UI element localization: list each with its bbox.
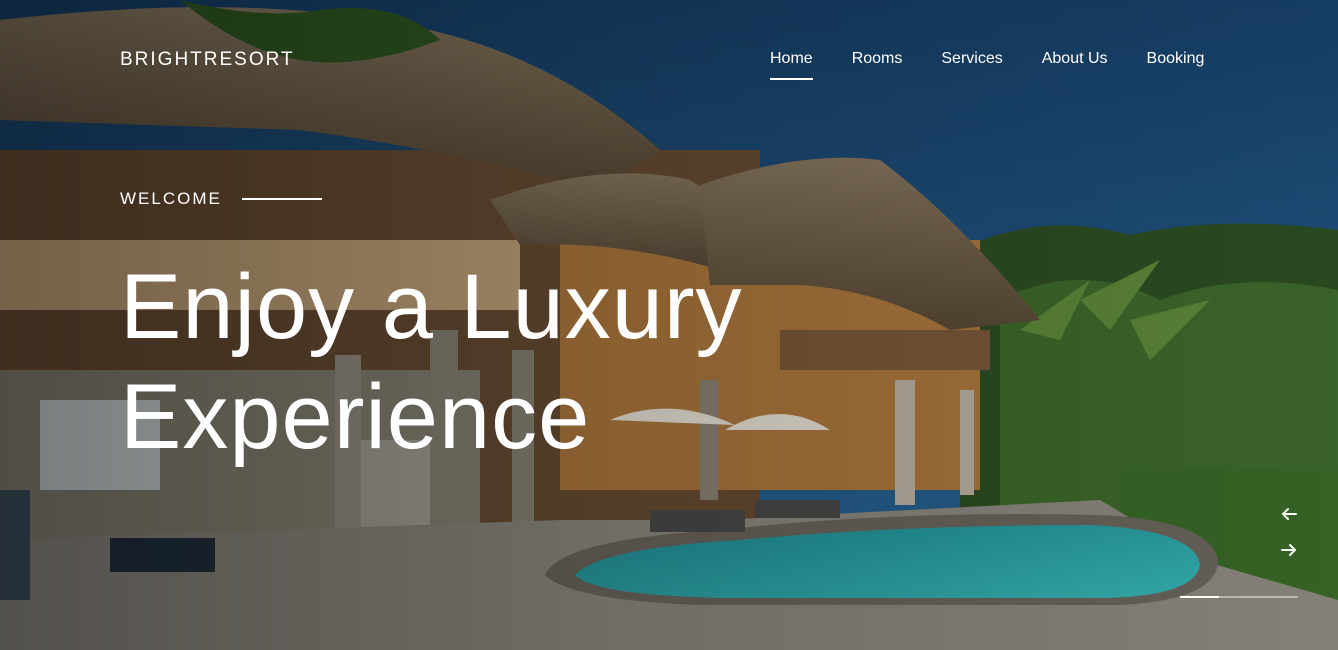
nav-home[interactable]: Home (770, 50, 813, 80)
main-nav: Home Rooms Services About Us Booking (770, 50, 1204, 80)
welcome-label: WELCOME (120, 189, 222, 208)
arrow-right-icon (1281, 544, 1296, 556)
eyebrow-divider (241, 198, 322, 200)
nav-about-us[interactable]: About Us (1042, 50, 1108, 80)
nav-services[interactable]: Services (941, 50, 1002, 80)
slider-progress-fill (1180, 596, 1219, 598)
nav-rooms[interactable]: Rooms (852, 50, 903, 80)
brand-logo[interactable]: BRIGHTRESORT (120, 49, 295, 71)
headline-line-2: Experience (120, 366, 591, 468)
hero-headline: Enjoy a Luxury Experience (120, 252, 743, 472)
nav-booking[interactable]: Booking (1147, 50, 1205, 80)
slider-progress (1180, 596, 1298, 598)
headline-line-1: Enjoy a Luxury (120, 256, 743, 358)
arrow-left-icon (1282, 508, 1297, 520)
slider-prev-button[interactable] (1278, 503, 1300, 525)
hero-eyebrow: WELCOME (120, 189, 322, 209)
slider-next-button[interactable] (1278, 539, 1300, 561)
